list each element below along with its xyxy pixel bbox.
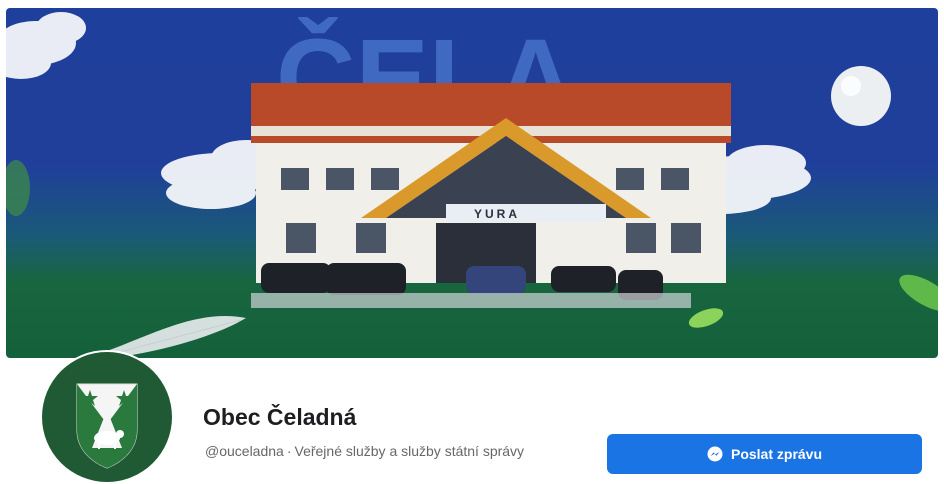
- cloud-top-left: [6, 12, 86, 79]
- leaf-icon: [6, 160, 30, 216]
- profile-avatar[interactable]: [40, 350, 174, 484]
- page-title: Obec Čeladná: [203, 404, 357, 430]
- hotel-building: YURA: [251, 83, 731, 283]
- send-message-button[interactable]: Poslat zprávu: [607, 434, 922, 474]
- page-subtitle: @ouceladna · Veřejné služby a služby státn…: [205, 443, 524, 459]
- page-category[interactable]: Veřejné služby a služby státní správy: [295, 443, 525, 459]
- hotel-sign: YURA: [474, 207, 520, 221]
- page-handle[interactable]: @ouceladna: [205, 443, 284, 459]
- leaf-icon: [899, 274, 938, 312]
- coat-of-arms-icon: [42, 352, 172, 482]
- golf-ball-icon: [831, 66, 891, 126]
- separator: ·: [286, 443, 292, 459]
- cover-illustration: ČELA YURA: [6, 12, 938, 356]
- cover-photo[interactable]: ČELA YURA: [6, 8, 938, 358]
- send-message-label: Poslat zprávu: [730, 446, 823, 462]
- leaf-icon: [688, 308, 724, 328]
- messenger-icon: [707, 446, 723, 462]
